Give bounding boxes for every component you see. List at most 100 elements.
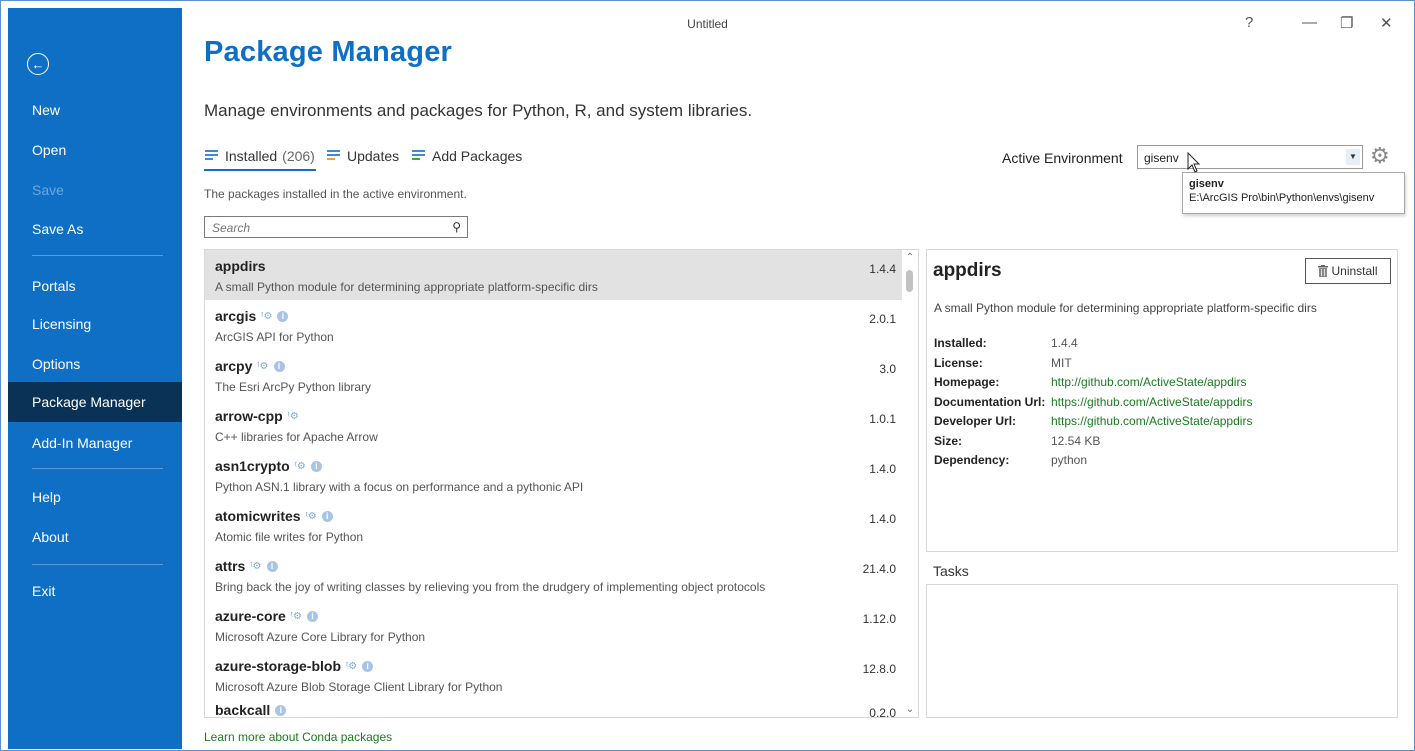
- field-label: Size:: [934, 433, 963, 448]
- scroll-up-icon[interactable]: ⌃: [902, 252, 918, 263]
- sidebar-divider: [32, 468, 163, 469]
- tab-add-packages[interactable]: Add Packages: [411, 148, 522, 164]
- package-row[interactable]: azure-storage-blob ᵗ⚙ i Microsoft Azure Bl…: [205, 650, 902, 700]
- sidebar-item-help[interactable]: Help: [8, 477, 182, 517]
- package-description: Bring back the joy of writing classes by…: [215, 580, 766, 594]
- close-button[interactable]: ✕: [1380, 14, 1393, 32]
- package-row[interactable]: arcgis ᵗ⚙ i ArcGIS API for Python 2.0.1: [205, 300, 902, 350]
- chevron-down-icon[interactable]: ▼: [1346, 149, 1360, 165]
- package-row[interactable]: appdirs A small Python module for determ…: [205, 250, 902, 300]
- package-row[interactable]: arrow-cpp ᵗ⚙ C++ libraries for Apache Arr…: [205, 400, 902, 450]
- tab-installed[interactable]: Installed (206): [204, 148, 315, 164]
- package-name: asn1crypto: [215, 458, 290, 474]
- tasks-heading: Tasks: [933, 563, 969, 579]
- package-version: 1.4.4: [869, 262, 896, 276]
- package-name-wrap: atomicwrites ᵗ⚙ i: [215, 508, 333, 524]
- sidebar-divider: [32, 255, 163, 256]
- sidebar-item-add-in-manager[interactable]: Add-In Manager: [8, 423, 182, 463]
- package-list-scrollbar[interactable]: ⌃ ⌄: [902, 250, 918, 717]
- field-label: Developer Url:: [934, 414, 1017, 428]
- tab-active-underline: [204, 169, 316, 171]
- tab-add-packages-label: Add Packages: [432, 148, 523, 164]
- restore-button[interactable]: ❐: [1340, 14, 1353, 32]
- detail-description: A small Python module for determining ap…: [934, 301, 1317, 315]
- trash-icon: [1318, 265, 1329, 277]
- field-installed-value: 1.4.4: [1051, 336, 1078, 350]
- minimize-button[interactable]: —: [1302, 14, 1317, 31]
- conda-package-icon: ᵗ⚙: [290, 610, 302, 622]
- info-icon[interactable]: i: [310, 460, 322, 472]
- documentation-link[interactable]: https://github.com/ActiveState/appdirs: [1051, 393, 1252, 413]
- scroll-thumb[interactable]: [906, 270, 913, 292]
- package-version: 1.12.0: [862, 612, 896, 626]
- package-description: C++ libraries for Apache Arrow: [215, 430, 378, 444]
- active-environment-dropdown[interactable]: gisenv ▼: [1137, 145, 1363, 169]
- package-name-wrap: appdirs: [215, 258, 266, 274]
- search-input[interactable]: [210, 218, 434, 238]
- sidebar-item-save-as[interactable]: Save As: [8, 209, 182, 249]
- scroll-down-icon[interactable]: ⌄: [902, 704, 918, 715]
- field-size-value: 12.54 KB: [1051, 433, 1101, 448]
- window-title: Untitled: [687, 17, 728, 31]
- package-name: backcall: [215, 702, 271, 718]
- info-icon[interactable]: i: [266, 560, 278, 572]
- package-version: 2.0.1: [869, 312, 896, 326]
- sidebar-item-licensing[interactable]: Licensing: [8, 304, 182, 344]
- tab-description: The packages installed in the active env…: [204, 187, 467, 201]
- package-version: 21.4.0: [862, 562, 896, 576]
- package-row[interactable]: atomicwrites ᵗ⚙ i Atomic file writes for P…: [205, 500, 902, 550]
- learn-more-link[interactable]: Learn more about Conda packages: [204, 730, 392, 744]
- conda-package-icon: ᵗ⚙: [287, 410, 299, 422]
- package-name: arcgis: [215, 308, 257, 324]
- back-arrow-icon[interactable]: ←: [27, 53, 49, 75]
- package-list: appdirs A small Python module for determ…: [204, 249, 919, 718]
- package-name: azure-storage-blob: [215, 658, 342, 674]
- package-name-wrap: arcgis ᵗ⚙ i: [215, 308, 289, 324]
- package-row[interactable]: backcall i 0.2.0: [205, 694, 902, 718]
- info-icon[interactable]: i: [273, 360, 285, 372]
- info-icon[interactable]: i: [362, 660, 374, 672]
- sidebar-item-new[interactable]: New: [8, 90, 182, 130]
- package-name: arcpy: [215, 358, 253, 374]
- package-version: 12.8.0: [862, 662, 896, 676]
- uninstall-button[interactable]: Uninstall: [1305, 258, 1391, 284]
- sidebar-divider: [32, 564, 163, 565]
- package-name: azure-core: [215, 608, 286, 624]
- tooltip-env-path: E:\ArcGIS Pro\bin\Python\envs\gisenv: [1189, 192, 1375, 204]
- sidebar-item-portals[interactable]: Portals: [8, 266, 182, 306]
- backstage-sidebar: ← New Open Save Save As Portals Licensin…: [8, 8, 182, 749]
- package-description: Microsoft Azure Blob Storage Client Libr…: [215, 680, 503, 694]
- homepage-link[interactable]: http://github.com/ActiveState/appdirs: [1051, 373, 1246, 393]
- package-row[interactable]: asn1crypto ᵗ⚙ i Python ASN.1 library with …: [205, 450, 902, 500]
- info-icon[interactable]: i: [321, 510, 333, 522]
- info-icon[interactable]: i: [277, 310, 289, 322]
- conda-package-icon: ᵗ⚙: [261, 310, 273, 322]
- sidebar-item-options[interactable]: Options: [8, 344, 182, 384]
- sidebar-item-open[interactable]: Open: [8, 130, 182, 170]
- field-label: Documentation Url:: [934, 394, 1046, 409]
- sidebar-item-package-manager[interactable]: Package Manager: [8, 382, 182, 422]
- page-title: Package Manager: [204, 36, 453, 68]
- package-description: Atomic file writes for Python: [215, 530, 364, 544]
- sidebar-item-exit[interactable]: Exit: [8, 571, 182, 611]
- gear-icon[interactable]: ⚙: [1370, 143, 1390, 169]
- sidebar-item-about[interactable]: About: [8, 517, 182, 557]
- search-box[interactable]: ⚲: [204, 216, 468, 238]
- field-label: Dependency:: [934, 453, 1010, 467]
- package-version: 1.4.0: [869, 512, 896, 526]
- package-name-wrap: attrs ᵗ⚙ i: [215, 558, 278, 574]
- developer-link[interactable]: https://github.com/ActiveState/appdirs: [1051, 412, 1252, 432]
- installed-list-icon: [204, 149, 220, 163]
- search-icon[interactable]: ⚲: [452, 220, 461, 234]
- package-row[interactable]: attrs ᵗ⚙ i Bring back the joy of writing c…: [205, 550, 902, 600]
- info-icon[interactable]: i: [306, 610, 318, 622]
- field-label: Installed:: [934, 336, 987, 350]
- package-name-wrap: azure-core ᵗ⚙ i: [215, 608, 318, 624]
- tab-updates[interactable]: Updates: [326, 148, 399, 164]
- package-description: Microsoft Azure Core Library for Python: [215, 630, 426, 644]
- conda-package-icon: ᵗ⚙: [294, 460, 306, 472]
- package-row[interactable]: azure-core ᵗ⚙ i Microsoft Azure Core Libra…: [205, 600, 902, 650]
- info-icon[interactable]: i: [275, 704, 287, 716]
- help-button[interactable]: ?: [1245, 14, 1253, 31]
- package-row[interactable]: arcpy ᵗ⚙ i The Esri ArcPy Python library 3…: [205, 350, 902, 400]
